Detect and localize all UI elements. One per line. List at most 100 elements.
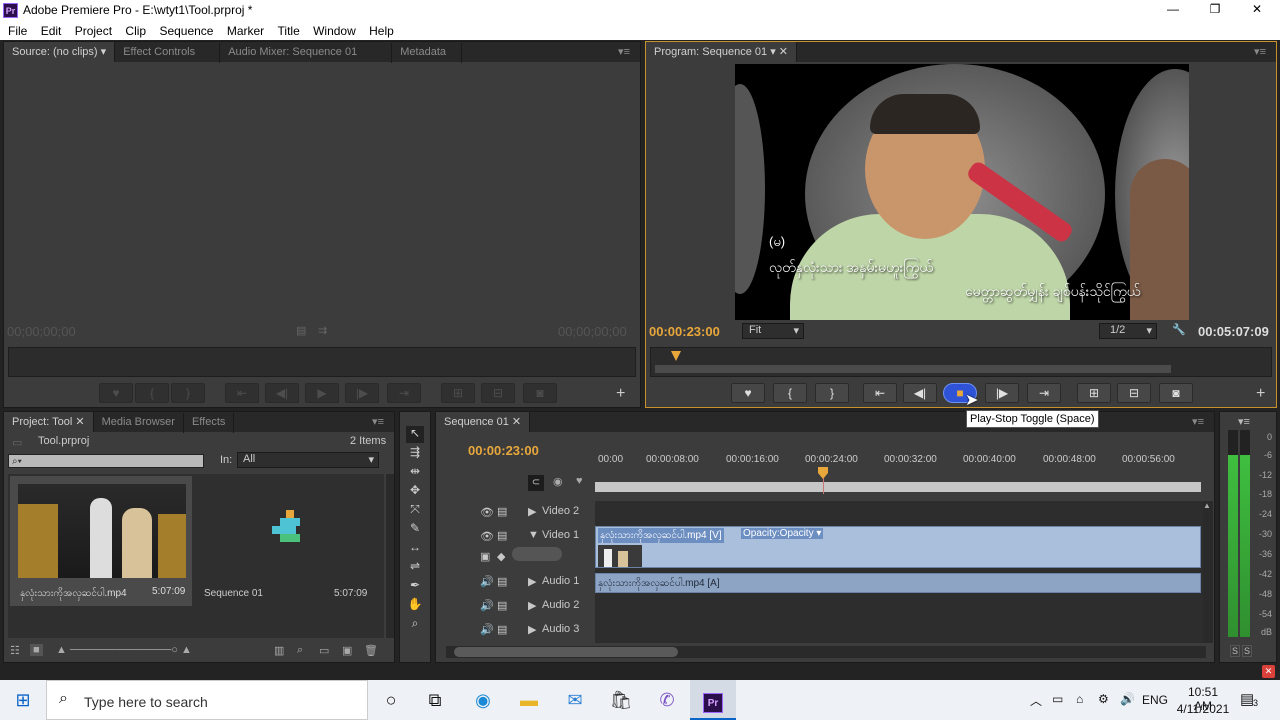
- mark-out-button[interactable]: }: [815, 383, 849, 403]
- work-area-bar[interactable]: [595, 482, 1201, 492]
- marker-icon[interactable]: ♥: [576, 475, 583, 487]
- panel-menu-icon[interactable]: ▾≡: [1238, 415, 1250, 428]
- lift-button[interactable]: ⊞: [1077, 383, 1111, 403]
- program-video-frame[interactable]: (မ) လုတ်နှလုံးသား အနှမ်းမဟူးကြွယ် မေတ္တာ…: [735, 64, 1189, 320]
- tab-effects[interactable]: Effects: [184, 413, 235, 433]
- viber-icon[interactable]: ✆: [644, 680, 690, 720]
- project-item-sequence[interactable]: Sequence 01 5:07:09: [196, 476, 376, 606]
- film-icon[interactable]: ▤: [296, 324, 306, 337]
- in-dropdown[interactable]: All ▾: [237, 452, 379, 468]
- speaker-icon[interactable]: 🔊: [480, 575, 494, 588]
- source-timecode-right[interactable]: 00;00;00;00: [558, 324, 627, 339]
- film-icon[interactable]: ▤: [497, 623, 507, 636]
- windows-start-icon[interactable]: ⊞: [0, 680, 46, 720]
- menu-sequence[interactable]: Sequence: [159, 24, 213, 38]
- add-button[interactable]: +: [616, 385, 625, 403]
- minimize-button[interactable]: —: [1163, 2, 1183, 16]
- eye-icon[interactable]: 👁: [480, 506, 494, 519]
- tray-chevron-icon[interactable]: ︿: [1030, 692, 1042, 709]
- eye-icon[interactable]: 👁: [480, 530, 494, 543]
- step-forward-button[interactable]: |▶: [345, 383, 379, 403]
- new-item-icon[interactable]: ▣: [342, 644, 352, 657]
- go-to-in-button[interactable]: ⇤: [863, 383, 897, 403]
- store-icon[interactable]: 🛍: [598, 680, 644, 720]
- insert-button[interactable]: ⊞: [441, 383, 475, 403]
- solo-right-button[interactable]: S: [1242, 645, 1253, 657]
- network-icon[interactable]: ⌂: [1076, 692, 1083, 706]
- playhead-marker[interactable]: [671, 351, 681, 361]
- timeline-hscrollbar[interactable]: [446, 646, 1206, 658]
- track-audio-3[interactable]: 🔊 ▤ ▶ Audio 3: [442, 619, 594, 641]
- track-audio-1[interactable]: 🔊 ▤ ▶ Audio 1: [442, 571, 594, 593]
- go-to-out-button[interactable]: ⇥: [1027, 383, 1061, 403]
- track-area[interactable]: နှလုံးသားကိုအလှဆင်ပါ.mp4 [V] Opacity:Opa…: [595, 501, 1213, 643]
- error-icon[interactable]: ✕: [1262, 665, 1275, 678]
- menu-title[interactable]: Title: [278, 24, 300, 38]
- solo-left-button[interactable]: S: [1230, 645, 1241, 657]
- hand-tool-icon[interactable]: ✋: [406, 597, 424, 614]
- fit-dropdown[interactable]: Fit ▾: [742, 323, 804, 339]
- panel-menu-icon[interactable]: ▾≡: [1192, 415, 1204, 428]
- panel-menu-icon[interactable]: ▾≡: [372, 415, 384, 428]
- mail-icon[interactable]: ✉: [552, 680, 598, 720]
- pen-tool-icon[interactable]: ✒: [406, 578, 424, 595]
- zoom-tool-icon[interactable]: ⌕: [406, 616, 424, 633]
- film-icon[interactable]: ▤: [497, 599, 507, 612]
- close-icon[interactable]: ✕: [779, 46, 788, 58]
- search-input[interactable]: ⌕▾: [8, 454, 204, 468]
- export-frame-button[interactable]: ◙: [1159, 383, 1193, 403]
- film-icon[interactable]: ▤: [497, 529, 507, 542]
- keyframe-icon[interactable]: ◆: [497, 550, 505, 563]
- menu-edit[interactable]: Edit: [41, 24, 62, 38]
- rolling-edit-tool-icon[interactable]: ✥: [406, 483, 424, 500]
- project-scrollbar[interactable]: [386, 474, 394, 638]
- chevron-down-icon[interactable]: ▾: [770, 46, 776, 58]
- network-alt-icon[interactable]: ⚙: [1098, 692, 1109, 706]
- add-button[interactable]: +: [1256, 385, 1265, 403]
- file-explorer-icon[interactable]: ▬: [506, 680, 552, 720]
- track-select-tool-icon[interactable]: ⇶: [406, 445, 424, 462]
- snap-icon[interactable]: ⊂: [528, 475, 544, 491]
- speaker-icon[interactable]: 🔊: [480, 623, 494, 636]
- task-view-icon[interactable]: ⧉: [412, 680, 458, 720]
- add-marker-icon[interactable]: ◉: [553, 475, 563, 488]
- premiere-taskbar-icon[interactable]: Pr: [690, 680, 736, 720]
- expand-arrow-icon[interactable]: ▶: [528, 623, 536, 636]
- panel-menu-icon[interactable]: ▾≡: [1254, 45, 1266, 58]
- work-area-bar[interactable]: [655, 365, 1171, 373]
- clock-date[interactable]: 4/11/2021: [1176, 702, 1230, 716]
- source-scrubber[interactable]: [8, 347, 636, 377]
- overwrite-button[interactable]: ⊟: [481, 383, 515, 403]
- chevron-down-icon[interactable]: ▾: [101, 46, 107, 58]
- wrench-icon[interactable]: 🔧: [1172, 323, 1186, 336]
- menu-project[interactable]: Project: [75, 24, 112, 38]
- find-icon[interactable]: ⌕: [297, 644, 303, 657]
- list-view-icon[interactable]: ☷: [10, 644, 20, 657]
- program-timecode-left[interactable]: 00:00:23:00: [649, 324, 720, 339]
- program-scrubber[interactable]: [650, 347, 1272, 377]
- project-item-clip[interactable]: နှလုံးသားကိုအလှဆင်ပါ.mp4 5:07:09: [10, 476, 192, 606]
- expand-arrow-icon[interactable]: ▶: [528, 575, 536, 588]
- tab-effect-controls[interactable]: Effect Controls: [115, 43, 221, 63]
- close-button[interactable]: ✕: [1247, 2, 1267, 16]
- time-ruler[interactable]: 00:00 00:00:08:00 00:00:16:00 00:00:24:0…: [595, 452, 1203, 494]
- go-to-out-button[interactable]: ⇥: [387, 383, 421, 403]
- battery-icon[interactable]: ▭: [1052, 692, 1063, 706]
- scroll-thumb[interactable]: [454, 647, 678, 657]
- mark-in-button[interactable]: {: [773, 383, 807, 403]
- automate-icon[interactable]: ▥: [274, 644, 284, 657]
- expand-arrow-icon[interactable]: ▶: [528, 599, 536, 612]
- audio-clip[interactable]: နှလုံးသားကိုအလှဆင်ပါ.mp4 [A]: [595, 573, 1201, 593]
- close-icon[interactable]: ✕: [75, 416, 84, 428]
- tab-source[interactable]: Source: (no clips) ▾: [4, 42, 116, 62]
- tab-sequence[interactable]: Sequence 01 ✕: [436, 412, 531, 432]
- tab-media-browser[interactable]: Media Browser: [94, 413, 184, 433]
- rate-stretch-tool-icon[interactable]: ⤧: [406, 502, 424, 519]
- mark-out-button[interactable]: }: [171, 383, 205, 403]
- zoom-slider[interactable]: ▲ ─────────────○ ▲: [56, 644, 192, 656]
- razor-tool-icon[interactable]: ✎: [406, 521, 424, 538]
- menu-file[interactable]: File: [8, 24, 27, 38]
- speaker-icon[interactable]: 🔊: [480, 599, 494, 612]
- opacity-dropdown[interactable]: Opacity:Opacity ▾: [741, 528, 824, 539]
- program-timecode-right[interactable]: 00:05:07:09: [1198, 324, 1269, 339]
